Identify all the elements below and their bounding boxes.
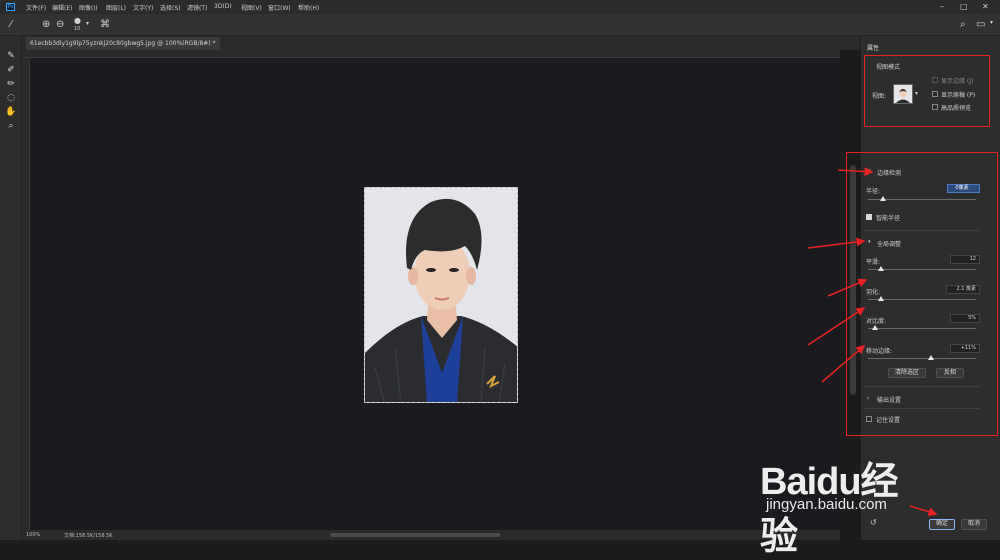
arrow-global-refine: [807, 237, 866, 249]
arrow-edge-detection: [837, 167, 874, 177]
arrow-feather: [827, 278, 868, 297]
arrow-contrast: [807, 307, 866, 346]
arrow-shift-edge: [821, 345, 866, 383]
watermark-url: jingyan.baidu.com: [766, 496, 887, 513]
baidu-jingyan-watermark: Baidu经验 jingyan.baidu.com: [760, 450, 930, 558]
